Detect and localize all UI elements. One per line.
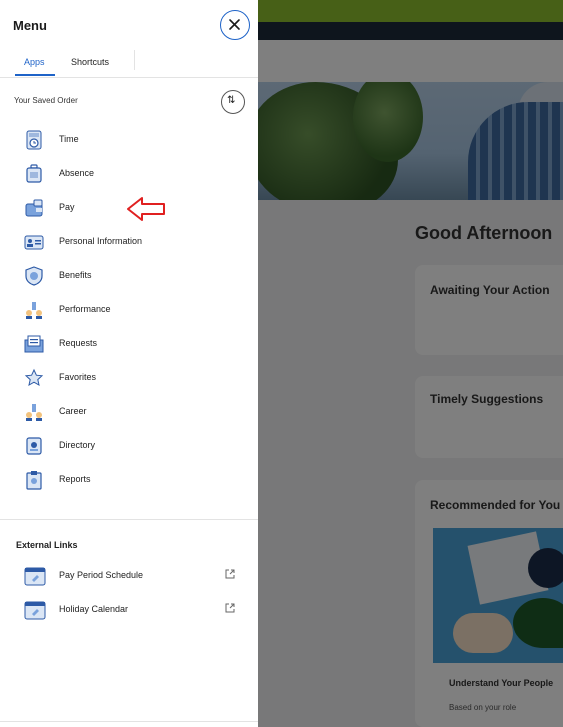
- app-label: Personal Information: [59, 236, 143, 246]
- app-item-absence[interactable]: Absence: [20, 162, 220, 186]
- calendar-icon: [24, 601, 46, 620]
- menu-drawer: Menu Apps Shortcuts Your Saved Order ⇅ T…: [0, 0, 258, 727]
- modal-overlay[interactable]: [258, 0, 563, 727]
- app-label: Performance: [59, 304, 111, 314]
- app-label: Benefits: [59, 270, 92, 280]
- app-label: Time: [59, 134, 79, 144]
- performance-people-icon: [26, 302, 42, 319]
- personal-id-card-icon: [24, 235, 44, 250]
- app-item-reports[interactable]: Reports: [20, 468, 220, 492]
- external-link-label: Pay Period Schedule: [59, 570, 144, 580]
- app-label: Career: [59, 406, 87, 416]
- app-label: Pay: [59, 202, 75, 212]
- career-people-icon: [26, 404, 42, 421]
- app-item-favorites[interactable]: Favorites: [20, 366, 220, 390]
- close-menu-button[interactable]: [220, 10, 250, 40]
- app-item-career[interactable]: Career: [20, 400, 220, 424]
- favorites-star-icon: [24, 368, 44, 386]
- app-item-time[interactable]: Time: [20, 128, 220, 152]
- annotation-arrow-icon: [127, 197, 165, 221]
- calendar-icon: [24, 567, 46, 586]
- sort-arrows-icon: ⇅: [227, 95, 236, 106]
- section-divider: [0, 519, 258, 520]
- time-clock-icon: [26, 130, 42, 150]
- benefits-shield-icon: [25, 266, 43, 286]
- tabs-divider: [0, 77, 258, 78]
- bottom-divider: [0, 721, 258, 722]
- app-item-directory[interactable]: Directory: [20, 434, 220, 458]
- external-link-pay-period-schedule[interactable]: Pay Period Schedule: [20, 564, 240, 588]
- external-link-icon: [225, 603, 235, 613]
- close-icon: [229, 19, 240, 30]
- menu-title: Menu: [13, 18, 47, 33]
- app-item-benefits[interactable]: Benefits: [20, 264, 220, 288]
- app-label: Directory: [59, 440, 96, 450]
- saved-order-label: Your Saved Order: [14, 96, 78, 105]
- external-links-heading: External Links: [16, 540, 78, 550]
- app-item-requests[interactable]: Requests: [20, 332, 220, 356]
- directory-book-icon: [26, 437, 42, 455]
- reports-clipboard-icon: [26, 471, 42, 490]
- requests-envelope-icon: [24, 335, 44, 353]
- active-tab-indicator: [15, 74, 55, 76]
- tab-shortcuts[interactable]: Shortcuts: [71, 57, 109, 67]
- app-label: Reports: [59, 474, 91, 484]
- external-link-holiday-calendar[interactable]: Holiday Calendar: [20, 598, 240, 622]
- app-label: Favorites: [59, 372, 97, 382]
- app-label: Requests: [59, 338, 98, 348]
- app-label: Absence: [59, 168, 95, 178]
- reorder-apps-button[interactable]: ⇅: [221, 90, 245, 114]
- external-link-icon: [225, 569, 235, 579]
- app-item-personal-information[interactable]: Personal Information: [20, 230, 220, 254]
- pay-wallet-icon: [25, 199, 43, 217]
- app-item-performance[interactable]: Performance: [20, 298, 220, 322]
- app-item-pay[interactable]: Pay: [20, 196, 220, 220]
- absence-suitcase-icon: [26, 164, 42, 183]
- tab-apps[interactable]: Apps: [24, 57, 45, 67]
- tab-separator: [134, 50, 135, 70]
- external-link-label: Holiday Calendar: [59, 604, 129, 614]
